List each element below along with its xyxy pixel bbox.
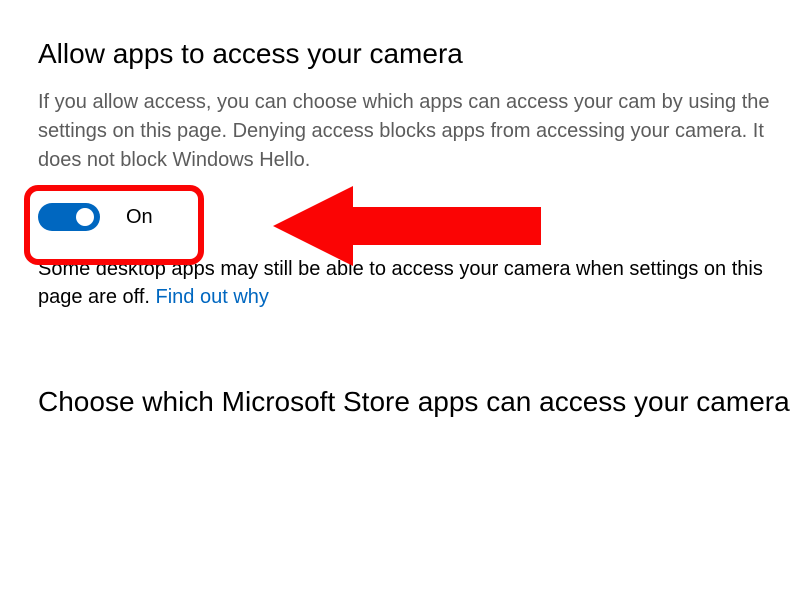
toggle-knob	[76, 208, 94, 226]
toggle-state-label: On	[126, 206, 153, 229]
find-out-why-link[interactable]: Find out why	[156, 286, 269, 308]
camera-access-toggle[interactable]	[38, 203, 100, 231]
camera-access-toggle-row: On	[38, 203, 800, 231]
desktop-apps-note-text: Some desktop apps may still be able to a…	[38, 258, 763, 308]
choose-store-apps-heading: Choose which Microsoft Store apps can ac…	[38, 383, 798, 421]
allow-camera-heading: Allow apps to access your camera	[38, 38, 800, 70]
desktop-apps-note: Some desktop apps may still be able to a…	[38, 255, 783, 311]
allow-camera-description: If you allow access, you can choose whic…	[38, 88, 798, 175]
